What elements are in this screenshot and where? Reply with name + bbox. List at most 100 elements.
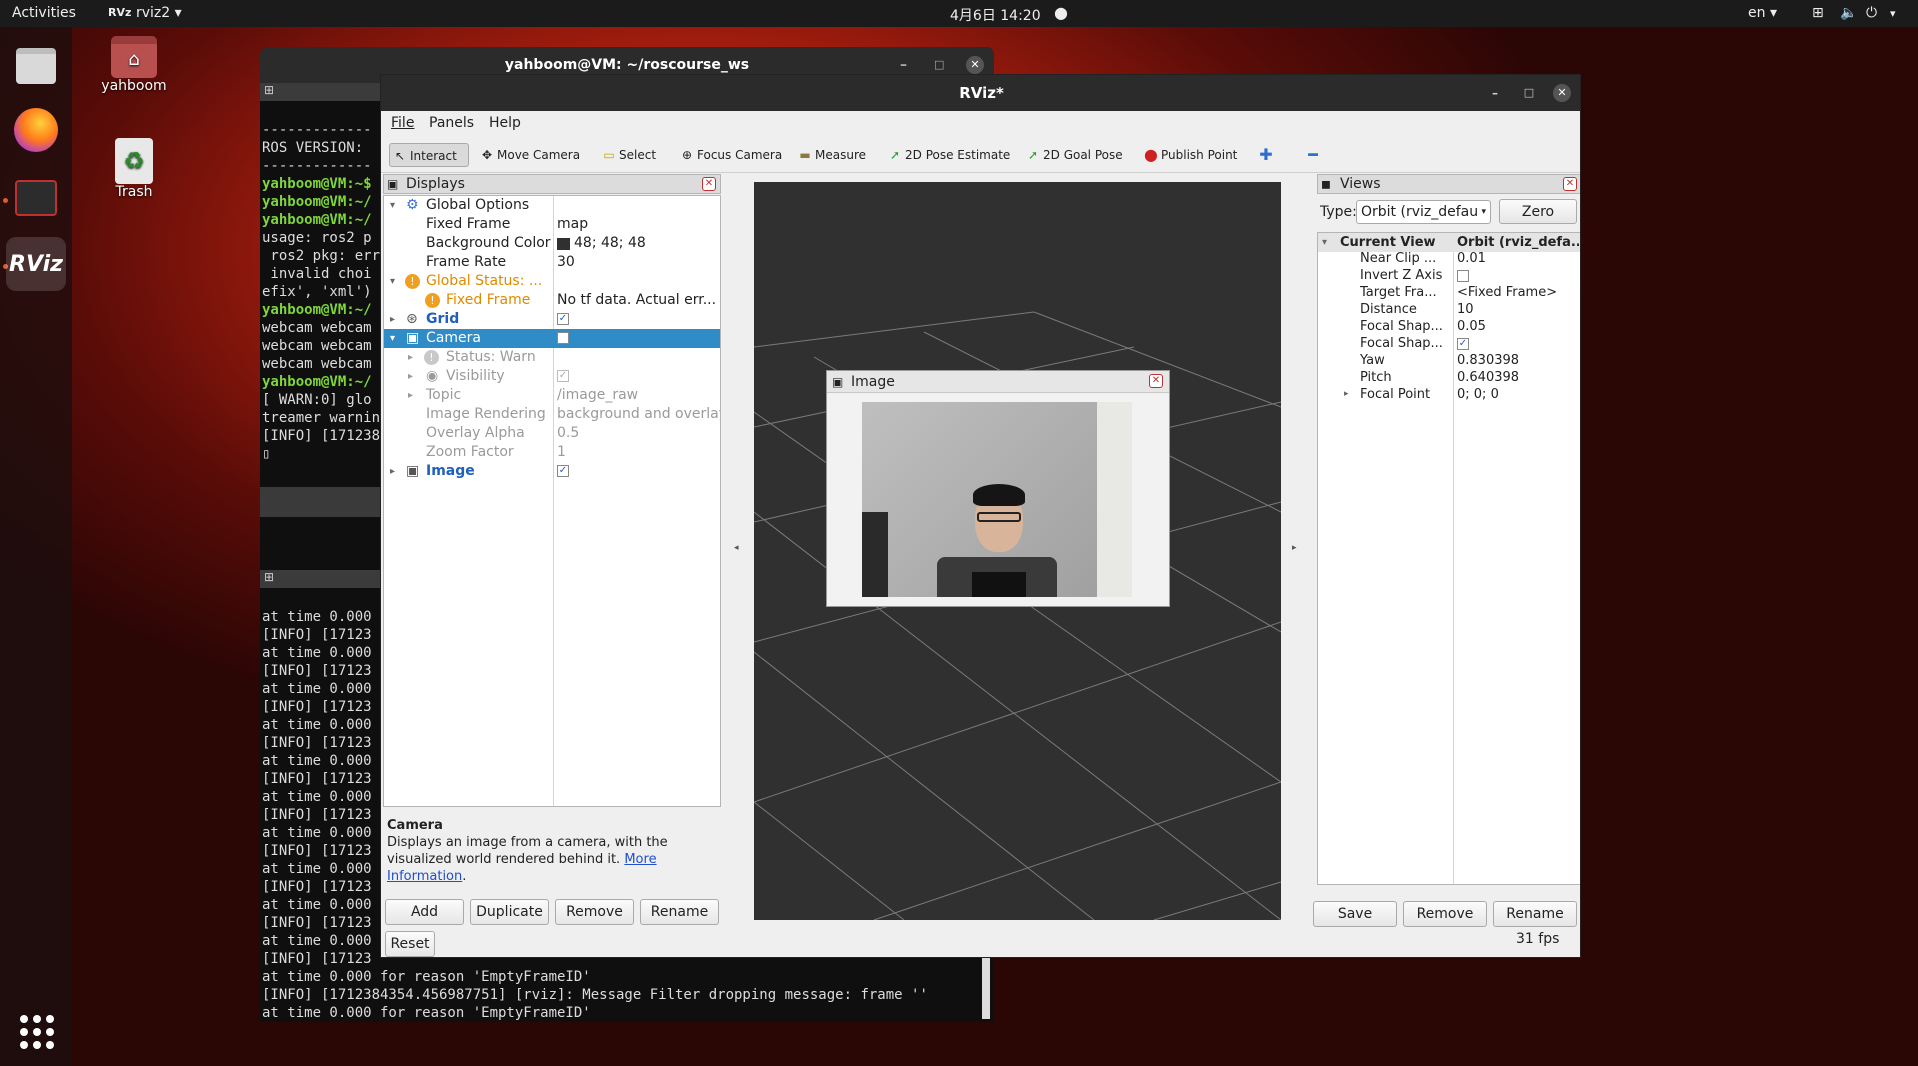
row-value[interactable]: 0.01 — [1457, 250, 1486, 267]
display-row-background-color[interactable]: Background Color 48; 48; 48 — [384, 234, 720, 253]
image-enabled-checkbox[interactable]: ✓ — [557, 465, 569, 477]
close-icon[interactable]: ✕ — [1553, 84, 1571, 102]
language-menu[interactable]: en ▾ — [1748, 5, 1777, 21]
display-row-zoom-factor[interactable]: Zoom Factor 1 — [384, 443, 720, 462]
firefox-icon[interactable] — [9, 103, 63, 157]
view-row-distance[interactable]: Distance 10 — [1318, 301, 1580, 318]
row-value[interactable]: background and overlay — [557, 405, 720, 424]
view-row-target-frame[interactable]: Target Fra... <Fixed Frame> — [1318, 284, 1580, 301]
network-icon[interactable]: ⊞ — [1812, 5, 1824, 21]
display-row-fixed-frame[interactable]: Fixed Frame map — [384, 215, 720, 234]
terminal-pane-tab[interactable]: ⊞ — [260, 570, 380, 588]
tool-move-camera[interactable]: ✥ Move Camera — [477, 143, 580, 167]
menu-help[interactable]: Help — [489, 115, 521, 131]
displays-tree[interactable]: ▾ ⚙ Global Options Fixed Frame map Backgrou… — [383, 195, 721, 807]
rviz-window[interactable]: RViz* – □ ✕ File Panels Help ↖ Interact ✥… — [380, 74, 1581, 958]
remove-display-button[interactable]: Remove — [555, 899, 634, 925]
view-type-dropdown[interactable]: Orbit (rviz_defau ▾ — [1356, 200, 1491, 224]
save-view-button[interactable]: Save — [1313, 901, 1397, 927]
view-row-yaw[interactable]: Yaw 0.830398 — [1318, 352, 1580, 369]
visibility-checkbox[interactable]: ✓ — [557, 370, 569, 382]
display-row-camera[interactable]: ▾ ▣ Camera — [384, 329, 720, 348]
rename-view-button[interactable]: Rename — [1493, 901, 1577, 927]
more-information-link[interactable]: More — [624, 852, 656, 867]
rename-display-button[interactable]: Rename — [640, 899, 719, 925]
zero-button[interactable]: Zero — [1499, 199, 1577, 224]
display-row-topic[interactable]: ▸ Topic/image_raw — [384, 386, 720, 405]
terminal-pane-top[interactable]: ------------- ROS VERSION: ------------- ya… — [262, 103, 380, 487]
maximize-icon[interactable]: □ — [1520, 84, 1538, 102]
terminal-divider[interactable] — [260, 487, 380, 517]
close-panel-icon[interactable]: ✕ — [702, 177, 716, 191]
add-tool-icon[interactable]: ✚ — [1256, 143, 1276, 167]
remove-view-button[interactable]: Remove — [1403, 901, 1487, 927]
show-apps-icon[interactable] — [20, 1015, 54, 1049]
tool-focus-camera[interactable]: ⊕ Focus Camera — [677, 143, 782, 167]
expand-arrow-icon[interactable]: ▸ — [408, 348, 413, 367]
views-tree[interactable]: ▾ Current View Orbit (rviz_defa... Near … — [1317, 232, 1580, 885]
view-row-near-clip[interactable]: Near Clip ... 0.01 — [1318, 250, 1580, 267]
focal-shape-checkbox[interactable]: ✓ — [1457, 337, 1469, 350]
view-row-invert-z[interactable]: Invert Z Axis — [1318, 267, 1580, 284]
terminal-app-icon[interactable] — [9, 171, 63, 225]
files-app-icon[interactable] — [9, 39, 63, 93]
grid-enabled-checkbox[interactable]: ✓ — [557, 313, 569, 325]
menu-file[interactable]: File — [391, 115, 414, 131]
view-row-focal-shape-size[interactable]: Focal Shap... 0.05 — [1318, 318, 1580, 335]
row-value[interactable]: 1 — [557, 443, 566, 462]
display-row-global-options[interactable]: ▾ ⚙ Global Options — [384, 196, 720, 215]
expand-arrow-icon[interactable]: ▸ — [408, 367, 413, 386]
add-display-button[interactable]: Add — [385, 899, 464, 925]
display-row-global-status[interactable]: ▾! Global Status: ... — [384, 272, 720, 291]
row-value[interactable]: 30 — [557, 253, 575, 272]
row-value[interactable]: 0.830398 — [1457, 352, 1519, 369]
invert-z-checkbox[interactable] — [1457, 269, 1469, 282]
display-row-image[interactable]: ▸ ▣ Image ✓ — [384, 462, 720, 481]
collapse-right-icon[interactable]: ▸ — [1292, 543, 1297, 553]
tool-2d-goal-pose[interactable]: ➚ 2D Goal Pose — [1023, 143, 1123, 167]
rviz-app-icon[interactable]: RViz — [6, 237, 66, 291]
terminal-scrollbar[interactable] — [982, 957, 990, 1019]
rviz-titlebar[interactable]: RViz* – □ ✕ — [381, 75, 1580, 111]
image-panel[interactable]: ▣ Image ✕ — [826, 370, 1170, 607]
expand-arrow-icon[interactable]: ▸ — [408, 386, 413, 405]
collapse-left-icon[interactable]: ◂ — [734, 543, 739, 553]
expand-arrow-icon[interactable]: ▸ — [1344, 386, 1349, 403]
remove-tool-icon[interactable]: ━ — [1303, 143, 1323, 167]
collapse-arrow-icon[interactable]: ▾ — [390, 329, 395, 348]
tool-interact[interactable]: ↖ Interact — [389, 143, 469, 167]
row-value[interactable]: map — [557, 215, 588, 234]
display-row-overlay-alpha[interactable]: Overlay Alpha 0.5 — [384, 424, 720, 443]
display-row-grid[interactable]: ▸ ⊛ Grid ✓ — [384, 310, 720, 329]
tool-publish-point[interactable]: ⬤ Publish Point — [1141, 143, 1237, 167]
color-swatch[interactable] — [557, 238, 570, 250]
row-value[interactable]: 0; 0; 0 — [1457, 386, 1499, 403]
more-information-link[interactable]: Information — [387, 869, 462, 884]
row-value[interactable]: 48; 48; 48 — [574, 234, 646, 253]
row-value[interactable]: 0.640398 — [1457, 369, 1519, 386]
view-row-focal-shape-fixed[interactable]: Focal Shap... ✓ — [1318, 335, 1580, 352]
close-icon[interactable]: ✕ — [966, 56, 984, 74]
collapse-arrow-icon[interactable]: ▾ — [390, 196, 395, 215]
display-row-visibility[interactable]: ▸ ◉ Visibility ✓ — [384, 367, 720, 386]
row-value[interactable]: <Fixed Frame> — [1457, 284, 1557, 301]
desktop-trash[interactable]: ♻ Trash — [89, 138, 179, 200]
expand-arrow-icon[interactable]: ▸ — [390, 310, 395, 329]
power-icon[interactable]: ⏻ — [1866, 5, 1877, 21]
app-menu[interactable]: rviz2 ▾ — [136, 5, 182, 21]
terminal-pane-tab[interactable]: ⊞ — [260, 83, 380, 101]
close-panel-icon[interactable]: ✕ — [1563, 177, 1577, 191]
view-row-focal-point[interactable]: ▸ Focal Point 0; 0; 0 — [1318, 386, 1580, 403]
minimize-icon[interactable]: – — [1486, 84, 1504, 102]
menu-panels[interactable]: Panels — [429, 115, 474, 131]
tool-select[interactable]: ▭ Select — [599, 143, 656, 167]
expand-arrow-icon[interactable]: ▸ — [390, 462, 395, 481]
display-row-camera-status[interactable]: ▸! Status: Warn — [384, 348, 720, 367]
camera-enabled-checkbox[interactable] — [557, 332, 569, 344]
desktop-home-folder[interactable]: ⌂ yahboom — [89, 36, 179, 94]
display-row-frame-rate[interactable]: Frame Rate 30 — [384, 253, 720, 272]
3d-render-viewport[interactable]: ▣ Image ✕ — [754, 182, 1281, 920]
row-value[interactable]: 0.5 — [557, 424, 579, 443]
display-row-image-rendering[interactable]: Image Rendering background and overlay — [384, 405, 720, 424]
activities-button[interactable]: Activities — [12, 5, 76, 21]
